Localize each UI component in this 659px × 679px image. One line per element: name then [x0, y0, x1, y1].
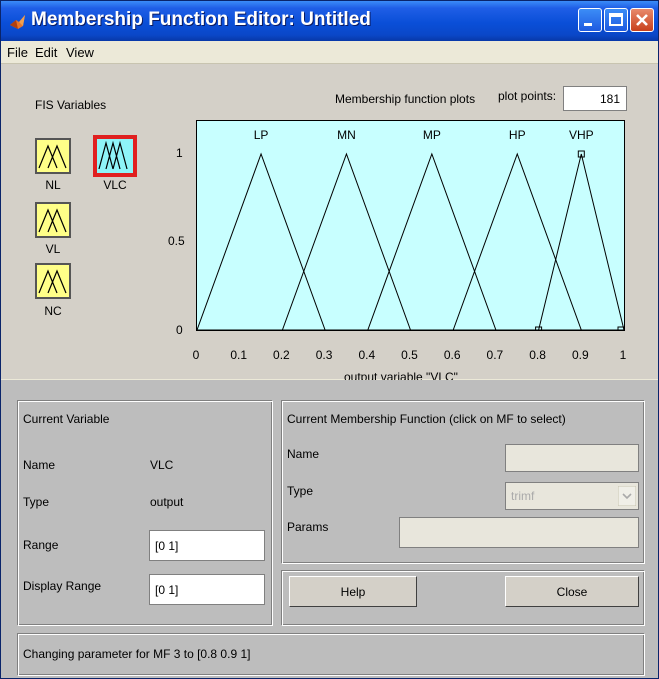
x-tick-label: 0.6	[443, 348, 461, 362]
plot-points-input[interactable]: 181	[563, 86, 627, 111]
current-variable-heading: Current Variable	[23, 412, 110, 426]
mf-label-vhp: VHP	[569, 128, 594, 142]
current-mf-heading: Current Membership Function (click on MF…	[287, 412, 566, 426]
mf-params-input[interactable]	[399, 517, 639, 548]
x-tick-label: 1	[619, 348, 627, 362]
mf-curve-vhp[interactable]	[538, 153, 624, 330]
variable-type-value: output	[150, 495, 184, 509]
plot-canvas: LP MN MP HP VHP	[197, 128, 624, 330]
x-tick-label: 0.2	[273, 348, 290, 362]
x-tick-label: 0.7	[486, 348, 504, 362]
chevron-down-icon	[618, 486, 636, 506]
display-range-input[interactable]: [0 1]	[149, 574, 265, 605]
fis-variable-vlc[interactable]	[93, 135, 137, 177]
mf-label-mn: MN	[337, 128, 356, 142]
mf-curve-mp[interactable]	[367, 152, 497, 330]
x-tick-label: 0.9	[571, 348, 589, 362]
x-tick-label: 0.4	[358, 348, 376, 362]
variable-name-label: Name	[23, 458, 56, 472]
bottom-panel: Current Variable Name VLC Type output Ra…	[1, 380, 658, 678]
mf-type-label: Type	[287, 484, 314, 498]
menu-bar: File Edit View	[1, 41, 658, 64]
matlab-icon	[10, 15, 25, 29]
y-tick-label: 0.5	[168, 234, 185, 248]
title-bar[interactable]: Membership Function Editor: Untitled	[1, 1, 658, 41]
x-tick-label: 0.8	[529, 348, 546, 362]
mf-glyph-icon	[38, 208, 67, 233]
window-title: Membership Function Editor: Untitled	[31, 9, 371, 30]
mf-label-mp: MP	[423, 128, 441, 142]
mf-type-select[interactable]: trimf	[505, 482, 639, 510]
range-input[interactable]: [0 1]	[149, 530, 265, 561]
mf-label-lp: LP	[254, 128, 269, 142]
maximize-button[interactable]	[604, 8, 628, 32]
fis-variable-label: NL	[45, 178, 61, 192]
minimize-button[interactable]	[578, 8, 602, 32]
x-tick-label: 0	[192, 348, 200, 362]
range-label: Range	[23, 538, 59, 552]
help-button[interactable]: Help	[289, 576, 417, 607]
fis-variable-nc[interactable]	[35, 263, 71, 299]
menu-view[interactable]: View	[66, 45, 94, 60]
status-message: Changing parameter for MF 3 to [0.8 0.9 …	[23, 647, 251, 661]
mf-glyph-icon	[38, 269, 67, 294]
mf-curve-lp[interactable]	[197, 152, 326, 330]
fis-variable-nl[interactable]	[35, 138, 71, 174]
membership-function-plot[interactable]: LP MN MP HP VHP	[196, 120, 625, 331]
close-window-button[interactable]	[630, 8, 654, 32]
mf-label-hp: HP	[509, 128, 526, 142]
close-icon	[636, 14, 648, 26]
close-button[interactable]: Close	[505, 576, 639, 607]
mf-type-value: trimf	[511, 489, 535, 503]
maximize-icon	[609, 13, 623, 26]
plot-points-label: plot points:	[498, 89, 557, 103]
fis-variable-vl[interactable]	[35, 202, 71, 238]
mf-curve-mn[interactable]	[281, 152, 411, 330]
fis-variable-label: NC	[44, 304, 62, 318]
fis-variable-label: VL	[45, 242, 61, 256]
mf-glyph-icon	[98, 140, 128, 170]
variable-name-value: VLC	[150, 458, 174, 472]
minimize-icon	[584, 23, 592, 26]
mf-name-label: Name	[287, 447, 320, 461]
mf-params-label: Params	[287, 520, 329, 534]
x-tick-label: 0.5	[401, 348, 418, 362]
x-tick-label: 0.3	[315, 348, 333, 362]
y-tick-label: 0	[176, 323, 183, 337]
menu-edit[interactable]: Edit	[35, 45, 57, 60]
mf-curve-hp[interactable]	[452, 152, 582, 330]
fis-variables-heading: FIS Variables	[35, 98, 107, 112]
mf-name-input[interactable]	[505, 444, 639, 472]
menu-file[interactable]: File	[7, 45, 28, 60]
display-range-label: Display Range	[23, 579, 102, 593]
x-tick-label: 0.1	[230, 348, 248, 362]
plot-heading: Membership function plots	[335, 92, 476, 106]
y-tick-label: 1	[176, 146, 183, 160]
mf-glyph-icon	[38, 144, 67, 169]
fis-variable-label: VLC	[103, 178, 127, 192]
variable-type-label: Type	[23, 495, 50, 509]
app-window: Membership Function Editor: Untitled Fil…	[0, 0, 659, 679]
